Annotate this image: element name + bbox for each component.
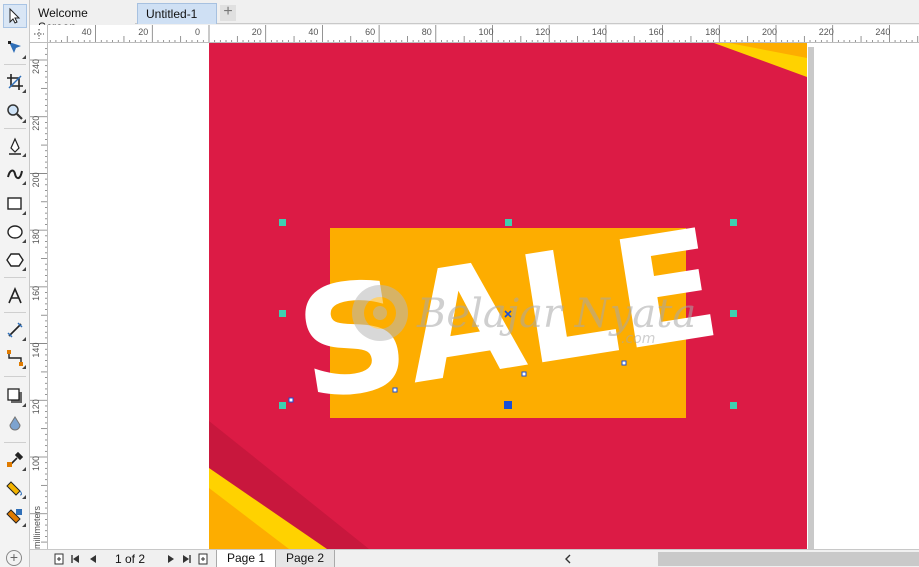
handle-top-right[interactable] (730, 219, 737, 226)
sale-design-page[interactable]: SALE Belajar Nyata .com (209, 43, 807, 549)
handle-middle-right[interactable] (730, 310, 737, 317)
node-handle[interactable] (392, 387, 398, 393)
first-page-icon[interactable] (68, 552, 82, 566)
ruler-h-label: 180 (705, 27, 720, 37)
previous-page-icon[interactable] (86, 552, 100, 566)
page-shadow (808, 47, 814, 549)
tab-untitled-1[interactable]: Untitled-1 (137, 3, 217, 24)
handle-bottom-center[interactable] (504, 401, 512, 409)
rectangle-tool-icon[interactable] (3, 192, 27, 216)
node-handle[interactable] (521, 371, 527, 377)
ruler-h-label: 40 (308, 27, 318, 37)
crop-tool-icon[interactable] (3, 70, 27, 94)
ruler-v-label: 120 (31, 399, 41, 414)
ruler-h-label: 80 (422, 27, 432, 37)
horizontal-scrollbar-thumb[interactable] (658, 552, 919, 566)
ruler-h-label: 0 (195, 27, 200, 37)
corel-draw-window: + Welcome Screen Untitled-1 + 4020020406… (0, 0, 919, 567)
tab-welcome-screen[interactable]: Welcome Screen (30, 3, 135, 34)
freehand-tool-icon[interactable] (3, 134, 27, 158)
ruler-h-label: 20 (252, 27, 262, 37)
artistic-media-icon[interactable] (3, 162, 27, 186)
handle-top-left[interactable] (279, 219, 286, 226)
color-eyedropper-icon[interactable] (3, 448, 27, 472)
handle-bottom-right[interactable] (730, 402, 737, 409)
smart-fill-icon[interactable] (3, 504, 27, 528)
ruler-v-label: 100 (31, 456, 41, 471)
ruler-h-label: 160 (649, 27, 664, 37)
ruler-h-label: 20 (138, 27, 148, 37)
ruler-h-label: 220 (819, 27, 834, 37)
text-tool-icon[interactable] (3, 284, 27, 308)
document-tab-bar: Welcome Screen Untitled-1 + (30, 0, 919, 34)
ruler-v-label: 240 (31, 59, 41, 74)
ruler-v-label: 160 (31, 286, 41, 301)
new-tab-button[interactable]: + (220, 4, 236, 21)
horizontal-ruler[interactable]: 40 20 0 20 40 60 80 100 120 140 160 180 200 220 240 (48, 25, 919, 43)
ruler-h-label: 100 (479, 27, 494, 37)
handle-bottom-left[interactable] (279, 402, 286, 409)
ruler-v-label: 180 (31, 229, 41, 244)
scroll-left-icon[interactable] (560, 551, 576, 567)
page-navigator-bar: 1 of 2 Page 1 Page 2 (30, 549, 919, 567)
toolbox (0, 0, 30, 567)
ruler-h-label: 140 (592, 27, 607, 37)
add-page-after-icon[interactable] (196, 552, 210, 566)
connector-tool-icon[interactable] (3, 346, 27, 370)
zoom-plus-button[interactable]: + (6, 550, 22, 566)
ruler-h-label: 60 (365, 27, 375, 37)
ruler-v-label: 200 (31, 172, 41, 187)
watermark-domain-text: .com (621, 331, 655, 347)
page-tab-2[interactable]: Page 2 (275, 550, 336, 567)
next-page-icon[interactable] (164, 552, 178, 566)
ruler-origin-icon[interactable] (30, 25, 48, 43)
add-page-before-icon[interactable] (52, 552, 66, 566)
shape-tool-icon[interactable] (3, 36, 27, 60)
ellipse-tool-icon[interactable] (3, 220, 27, 244)
ruler-h-label: 40 (82, 27, 92, 37)
ruler-h-label: 240 (875, 27, 890, 37)
ruler-v-label: 140 (31, 343, 41, 358)
vertical-ruler[interactable]: 240 220 200 180 160 140 120 100 millimeters (30, 43, 48, 549)
interactive-fill-icon[interactable] (3, 476, 27, 500)
page-counter: 1 of 2 (115, 552, 146, 566)
page-tab-1[interactable]: Page 1 (216, 550, 277, 567)
ruler-h-label: 120 (535, 27, 550, 37)
last-page-icon[interactable] (180, 552, 194, 566)
drop-shadow-icon[interactable] (3, 384, 27, 408)
handle-top-center[interactable] (505, 219, 512, 226)
polygon-tool-icon[interactable] (3, 248, 27, 272)
transparency-icon[interactable] (3, 412, 27, 436)
ruler-v-label: 220 (31, 116, 41, 131)
node-handle[interactable] (288, 397, 294, 403)
node-handle[interactable] (621, 360, 627, 366)
handle-middle-left[interactable] (279, 310, 286, 317)
parallel-dimension-icon[interactable] (3, 318, 27, 342)
ruler-h-label: 200 (762, 27, 777, 37)
ruler-units-label: millimeters (32, 505, 42, 549)
drawing-canvas[interactable]: SALE Belajar Nyata .com (48, 43, 919, 549)
horizontal-scroll-track[interactable] (578, 552, 658, 566)
zoom-tool-icon[interactable] (3, 100, 27, 124)
pick-tool-icon[interactable] (3, 4, 27, 28)
